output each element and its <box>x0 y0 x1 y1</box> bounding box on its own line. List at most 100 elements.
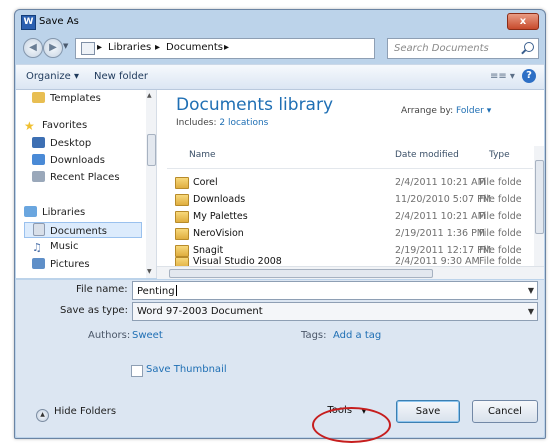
downloads-icon <box>32 154 45 165</box>
nav-item-downloads[interactable]: Downloads <box>32 154 105 166</box>
file-row[interactable]: My Palettes 2/4/2011 10:21 AM File folde <box>167 208 533 225</box>
scroll-thumb[interactable] <box>535 160 544 234</box>
save-type-select[interactable]: Word 97-2003 Document ▼ <box>132 302 538 321</box>
file-date: 2/4/2011 10:21 AM <box>395 177 486 188</box>
organize-menu[interactable]: Organize ▾ <box>26 71 79 82</box>
screenshot-frame: W Save As x ◀ ▶ ▼ ▸ Libraries ▸ Document… <box>0 0 550 443</box>
tags-field[interactable]: Add a tag <box>333 330 381 341</box>
search-icon[interactable] <box>524 42 534 52</box>
includes-label: Includes: <box>176 118 217 128</box>
save-type-label: Save as type: <box>60 305 128 316</box>
cancel-button[interactable]: Cancel <box>472 400 538 423</box>
file-type: File folde <box>479 177 522 188</box>
file-name: NeroVision <box>193 228 244 239</box>
nav-label: Favorites <box>42 120 88 131</box>
address-row: ◀ ▶ ▼ ▸ Libraries ▸ Documents ▸ ▼ ↻ Sear… <box>15 34 545 62</box>
nav-item-documents[interactable]: Documents <box>24 222 142 238</box>
close-button[interactable]: x <box>507 13 539 30</box>
tags-label: Tags: <box>301 330 327 341</box>
breadcrumb-separator-icon[interactable]: ▸ <box>155 42 160 53</box>
nav-item-favorites[interactable]: ★ Favorites <box>24 120 87 132</box>
folder-icon <box>175 194 189 206</box>
horizontal-scrollbar[interactable] <box>157 266 544 279</box>
chevron-down-icon[interactable]: ▼ <box>528 286 534 295</box>
nav-item-desktop[interactable]: Desktop <box>32 137 91 149</box>
dialog-title: Save As <box>39 16 79 27</box>
file-type: File folde <box>479 194 522 205</box>
new-folder-button[interactable]: New folder <box>94 71 148 82</box>
arrange-by: Arrange by: Folder ▾ <box>401 106 491 116</box>
file-row[interactable]: Corel 2/4/2011 10:21 AM File folde <box>167 174 533 191</box>
recent-pages-dropdown[interactable]: ▼ <box>63 42 68 50</box>
column-header-date-modified[interactable]: Date modified <box>395 150 459 160</box>
folder-icon <box>175 228 189 240</box>
change-view-button[interactable]: ≡≡ ▾ <box>490 71 515 82</box>
column-header-type[interactable]: Type <box>489 150 510 160</box>
file-row[interactable]: Downloads 11/20/2010 5:07 PM File folde <box>167 191 533 208</box>
search-box[interactable]: Search Documents <box>387 38 539 59</box>
authors-value[interactable]: Sweet <box>132 330 163 341</box>
save-as-dialog: W Save As x ◀ ▶ ▼ ▸ Libraries ▸ Document… <box>14 9 546 439</box>
forward-button[interactable]: ▶ <box>43 38 63 58</box>
command-bar: Organize ▾ New folder ≡≡ ▾ ? <box>16 64 544 90</box>
arrange-label: Arrange by: <box>401 106 454 116</box>
file-name-field[interactable]: Penting ▼ <box>132 281 538 300</box>
file-row[interactable]: NeroVision 2/19/2011 1:36 PM File folde <box>167 225 533 242</box>
scroll-thumb[interactable] <box>169 269 433 278</box>
save-thumbnail-checkbox[interactable] <box>131 365 143 377</box>
breadcrumb-separator-icon[interactable]: ▸ <box>224 42 229 53</box>
save-thumbnail-label[interactable]: Save Thumbnail <box>146 364 227 375</box>
arrange-by-dropdown[interactable]: Folder ▾ <box>456 106 491 116</box>
nav-label: Recent Places <box>50 172 120 183</box>
hide-folders-button[interactable]: ▲ Hide Folders <box>36 406 116 422</box>
desktop-icon <box>32 137 45 148</box>
nav-label: Documents <box>50 226 108 237</box>
nav-item-templates[interactable]: Templates <box>32 92 101 104</box>
back-button[interactable]: ◀ <box>23 38 43 58</box>
help-icon[interactable]: ? <box>522 69 536 83</box>
nav-label: Templates <box>50 93 101 104</box>
breadcrumb-separator-icon[interactable]: ▸ <box>97 42 102 53</box>
nav-item-libraries[interactable]: Libraries <box>24 206 85 218</box>
breadcrumb-libraries[interactable]: Libraries <box>108 42 151 53</box>
nav-label: Pictures <box>50 259 90 270</box>
column-header-name[interactable]: Name <box>189 150 216 160</box>
star-icon: ★ <box>24 119 35 133</box>
save-options-panel: File name: Penting ▼ Save as type: Word … <box>16 280 544 437</box>
file-list-pane: Documents library Includes: 2 locations … <box>157 90 544 279</box>
music-icon: ♫ <box>32 241 42 254</box>
nav-label: Desktop <box>50 138 92 149</box>
file-date: 2/4/2011 10:21 AM <box>395 211 486 222</box>
nav-item-music[interactable]: ♫ Music <box>32 241 78 253</box>
nav-item-recent-places[interactable]: Recent Places <box>32 171 120 183</box>
word-app-icon: W <box>21 15 36 30</box>
chevron-up-icon: ▲ <box>36 409 49 422</box>
library-includes: Includes: 2 locations <box>176 118 268 128</box>
save-type-value: Word 97-2003 Document <box>137 306 263 317</box>
navigation-scrollbar[interactable]: ▲ ▼ <box>146 90 156 278</box>
file-name-value: Penting <box>137 285 177 297</box>
scroll-up-icon[interactable]: ▲ <box>147 92 152 99</box>
scroll-thumb[interactable] <box>147 134 156 166</box>
file-date: 2/19/2011 12:17 PM <box>395 245 492 256</box>
libraries-icon <box>24 206 37 217</box>
highlight-oval <box>312 407 391 443</box>
file-name: Corel <box>193 177 218 188</box>
locations-link[interactable]: 2 locations <box>219 118 268 128</box>
documents-icon <box>33 223 45 236</box>
nav-label: Downloads <box>50 155 105 166</box>
file-name: My Palettes <box>193 211 248 222</box>
breadcrumb-documents[interactable]: Documents <box>166 42 223 53</box>
address-bar[interactable]: ▸ Libraries ▸ Documents ▸ ▼ ↻ <box>75 38 413 59</box>
file-type: File folde <box>479 245 522 256</box>
chevron-down-icon[interactable]: ▼ <box>528 307 534 316</box>
authors-label: Authors: <box>88 330 131 341</box>
library-title: Documents library <box>176 95 334 115</box>
file-name: Snagit <box>193 245 224 256</box>
hide-folders-label: Hide Folders <box>54 406 117 417</box>
scroll-down-icon[interactable]: ▼ <box>147 268 152 275</box>
file-list-scrollbar[interactable] <box>534 146 544 266</box>
save-button[interactable]: Save <box>396 400 460 423</box>
libraries-location-icon <box>81 42 95 55</box>
nav-item-pictures[interactable]: Pictures <box>32 258 90 270</box>
